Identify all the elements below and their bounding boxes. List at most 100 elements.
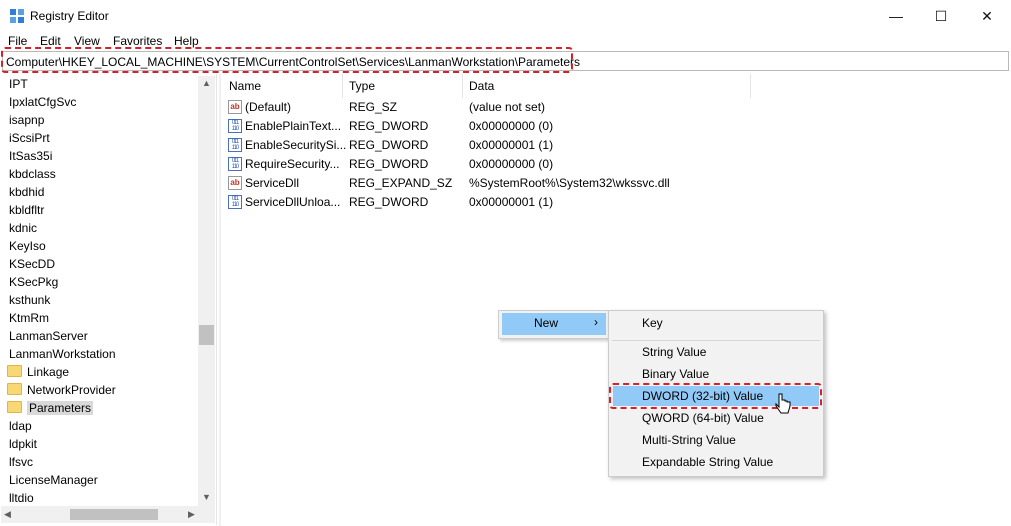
tree-item-selected[interactable]: Parameters: [7, 399, 94, 417]
dword-value-icon: 011 110: [228, 157, 242, 171]
tree-item[interactable]: isapnp: [9, 111, 44, 129]
tree-item-label: kdnic: [9, 221, 38, 235]
scroll-down-icon[interactable]: ▼: [202, 492, 211, 502]
tree-item-label: LicenseManager: [9, 473, 98, 487]
tree-item-label: lltdio: [9, 491, 34, 505]
value-row[interactable]: 011 110 EnableSecuritySi... REG_DWORD 0x0000…: [228, 136, 988, 155]
tree-item[interactable]: IpxlatCfgSvc: [9, 93, 76, 111]
value-name: EnablePlainText...: [245, 119, 342, 133]
tree-item-label: KSecDD: [9, 257, 56, 271]
tree-item-label: KSecPkg: [9, 275, 59, 289]
tree-item[interactable]: kdnic: [9, 219, 37, 237]
tree-item[interactable]: kbldfltr: [9, 201, 44, 219]
column-header-type[interactable]: Type: [349, 79, 375, 93]
menu-view[interactable]: View: [74, 34, 100, 48]
tree-item[interactable]: KtmRm: [9, 309, 49, 327]
tree-item-label: ItSas35i: [9, 149, 53, 163]
value-type: REG_DWORD: [349, 157, 429, 171]
tree-item-label: IPT: [9, 77, 28, 91]
value-data: %SystemRoot%\System32\wkssvc.dll: [469, 176, 670, 190]
value-data: 0x00000000 (0): [469, 119, 554, 133]
menu-favorites[interactable]: Favorites: [113, 34, 162, 48]
value-type: REG_SZ: [349, 100, 398, 114]
tree-item-label: IpxlatCfgSvc: [9, 95, 77, 109]
maximize-icon: ☐: [934, 7, 948, 24]
value-type: REG_DWORD: [349, 138, 429, 152]
value-row[interactable]: 011 110 RequireSecurity... REG_DWORD 0x00000…: [228, 155, 988, 174]
submenu-item[interactable]: Expandable String Value: [642, 455, 773, 469]
submenu-item[interactable]: Multi-String Value: [642, 433, 736, 447]
tree-item-label: LanmanWorkstation: [9, 347, 116, 361]
tree-item[interactable]: lfsvc: [9, 453, 33, 471]
value-data: 0x00000001 (1): [469, 195, 554, 209]
tree-item-label: KtmRm: [9, 311, 49, 325]
submenu-item[interactable]: QWORD (64-bit) Value: [642, 411, 764, 425]
value-row[interactable]: 011 110 ServiceDllUnloa... REG_DWORD 0x00000…: [228, 193, 988, 212]
submenu-item[interactable]: Key: [642, 316, 663, 330]
tree-item[interactable]: ldpkit: [9, 435, 37, 453]
value-name: ServiceDll: [245, 176, 300, 190]
tree-item-label: ldpkit: [9, 437, 38, 451]
dword-value-icon: 011 110: [228, 138, 242, 152]
column-separator[interactable]: [750, 74, 751, 98]
address-highlight-annotation: [1, 47, 573, 73]
minimize-icon: —: [889, 8, 903, 24]
tree-item[interactable]: NetworkProvider: [7, 381, 116, 399]
menu-help[interactable]: Help: [174, 34, 199, 48]
tree-item-label: ksthunk: [9, 293, 51, 307]
tree-item-label: Parameters: [27, 401, 94, 415]
tree-item-label: kbdhid: [9, 185, 45, 199]
tree-item[interactable]: LanmanWorkstation: [9, 345, 116, 363]
column-header-name[interactable]: Name: [229, 79, 261, 93]
value-data: 0x00000001 (1): [469, 138, 554, 152]
tree-item-label: lfsvc: [9, 455, 33, 469]
menu-edit[interactable]: Edit: [40, 34, 61, 48]
value-type: REG_DWORD: [349, 195, 429, 209]
maximize-button[interactable]: ☐: [918, 0, 964, 32]
tree-item-label: LanmanServer: [9, 329, 88, 343]
submenu-item[interactable]: String Value: [642, 345, 706, 359]
menu-file[interactable]: File: [8, 34, 27, 48]
tree-item[interactable]: LicenseManager: [9, 471, 98, 489]
tree-item[interactable]: KeyIso: [9, 237, 46, 255]
column-separator[interactable]: [342, 74, 343, 98]
value-row[interactable]: ab ServiceDll REG_EXPAND_SZ %SystemRoot%\Sy…: [228, 174, 988, 193]
tree-item-label: KeyIso: [9, 239, 46, 253]
dword-value-icon: 011 110: [228, 195, 242, 209]
tree-item[interactable]: ksthunk: [9, 291, 50, 309]
minimize-button[interactable]: —: [873, 0, 919, 32]
tree-item[interactable]: KSecDD: [9, 255, 55, 273]
tree-item[interactable]: iScsiPrt: [9, 129, 50, 147]
tree-item[interactable]: Linkage: [7, 363, 69, 381]
tree-item[interactable]: lltdio: [9, 489, 34, 507]
string-value-icon: ab: [228, 100, 242, 114]
scroll-up-icon[interactable]: ▲: [202, 78, 211, 88]
tree-vertical-scrollbar[interactable]: [198, 76, 215, 506]
tree-item-label: iScsiPrt: [9, 131, 50, 145]
folder-icon: [7, 401, 22, 413]
mouse-cursor-icon: [775, 393, 791, 414]
scroll-right-icon[interactable]: ▶: [188, 509, 195, 520]
tree-vertical-scroll-thumb[interactable]: [199, 325, 214, 345]
pane-splitter[interactable]: [219, 74, 221, 526]
tree-item[interactable]: IPT: [9, 75, 28, 93]
value-type: REG_DWORD: [349, 119, 429, 133]
value-row[interactable]: 011 110 EnablePlainText... REG_DWORD 0x00000…: [228, 117, 988, 136]
tree-item[interactable]: ItSas35i: [9, 147, 52, 165]
folder-icon: [7, 383, 22, 395]
submenu-item[interactable]: Binary Value: [642, 367, 709, 381]
tree-item[interactable]: LanmanServer: [9, 327, 88, 345]
value-name: EnableSecuritySi...: [245, 138, 347, 152]
tree-horizontal-scroll-thumb[interactable]: [70, 509, 158, 520]
column-separator[interactable]: [462, 74, 463, 98]
tree-item[interactable]: ldap: [9, 417, 32, 435]
value-row[interactable]: ab (Default) REG_SZ (value not set): [228, 98, 988, 117]
tree-item[interactable]: kbdhid: [9, 183, 44, 201]
submenu-separator: [612, 340, 820, 341]
tree-item[interactable]: KSecPkg: [9, 273, 58, 291]
value-name: (Default): [245, 100, 292, 114]
close-button[interactable]: ✕: [964, 0, 1010, 32]
scroll-left-icon[interactable]: ◀: [4, 509, 11, 520]
tree-item[interactable]: kbdclass: [9, 165, 56, 183]
column-header-data[interactable]: Data: [469, 79, 494, 93]
